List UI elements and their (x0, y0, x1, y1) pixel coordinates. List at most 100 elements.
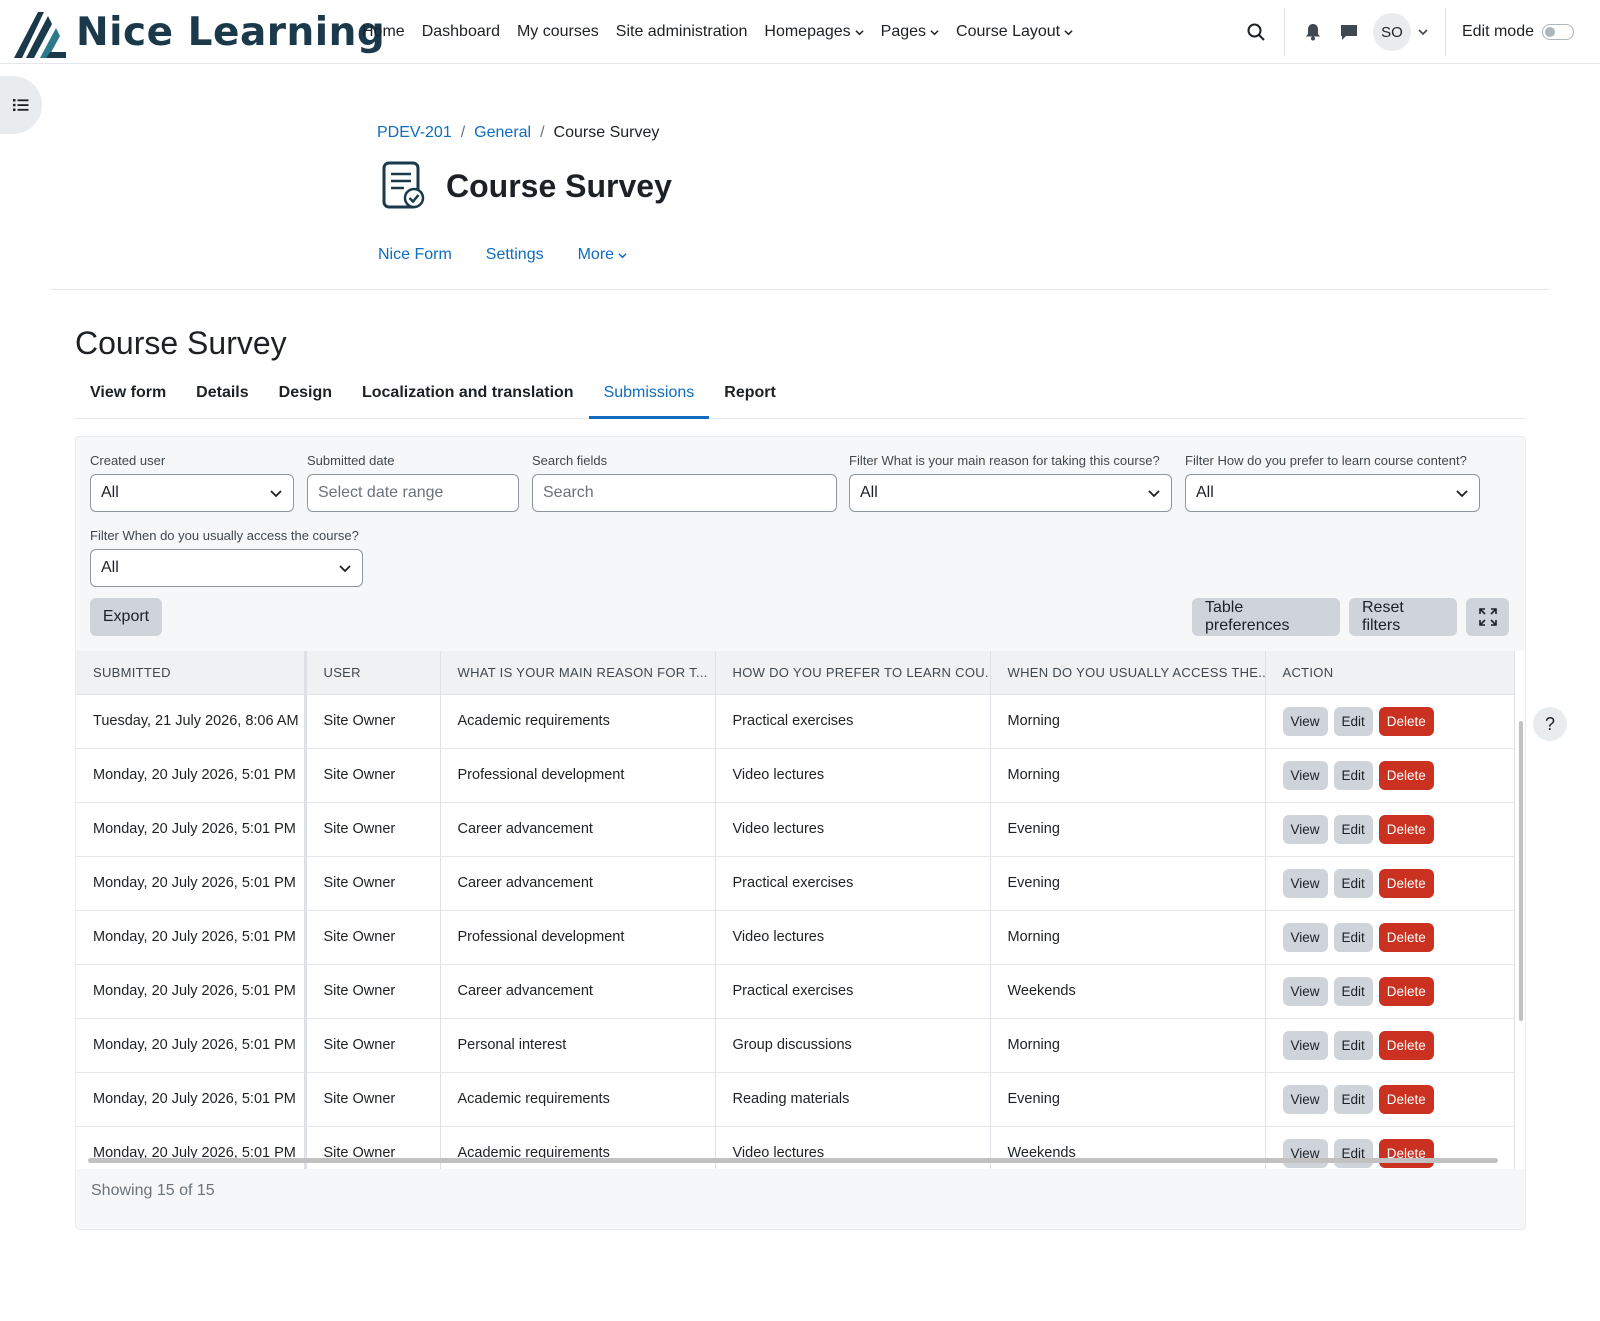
access-select[interactable]: All (90, 549, 363, 587)
course-index-toggle[interactable] (0, 76, 42, 134)
filter-access: Filter When do you usually access the co… (90, 528, 363, 587)
nav-more-label: More (577, 246, 615, 263)
column-header[interactable]: ACTION (1265, 651, 1515, 695)
bell-icon[interactable] (1295, 14, 1331, 50)
export-button[interactable]: Export (90, 598, 162, 636)
column-header[interactable]: SUBMITTED (76, 651, 307, 695)
table-preferences-button[interactable]: Table preferences (1192, 598, 1340, 636)
column-header[interactable]: WHEN DO YOU USUALLY ACCESS THE... (990, 651, 1266, 695)
nav-link-my-courses[interactable]: My courses (517, 23, 599, 41)
user-cell: Site Owner (305, 694, 441, 749)
date-range-input[interactable]: Select date range (307, 474, 519, 512)
site-logo[interactable]: Nice Learning (12, 4, 385, 60)
view-button[interactable]: View (1282, 976, 1328, 1006)
user-cell: Site Owner (305, 1072, 441, 1127)
tab-submissions[interactable]: Submissions (588, 372, 710, 419)
reset-filters-button[interactable]: Reset filters (1349, 598, 1457, 636)
user-avatar[interactable]: SO (1372, 13, 1411, 51)
submissions-panel: Created user All Submitted date Select d… (75, 436, 1526, 1230)
help-button[interactable]: ? (1533, 707, 1567, 741)
column-header[interactable]: HOW DO YOU PREFER TO LEARN COU... (715, 651, 991, 695)
user-cell: Site Owner (305, 964, 441, 1019)
select-value: All (101, 484, 119, 501)
toggle-switch[interactable] (1542, 24, 1574, 40)
search-icon[interactable] (1238, 14, 1274, 50)
view-button[interactable]: View (1282, 922, 1328, 952)
site-name: Nice Learning (76, 9, 386, 55)
view-button[interactable]: View (1282, 760, 1328, 790)
chevron-down-icon (1148, 490, 1160, 498)
reason-cell: Career advancement (440, 856, 716, 911)
edit-mode-toggle[interactable]: Edit mode (1462, 23, 1574, 41)
delete-button[interactable]: Delete (1378, 1084, 1434, 1114)
created-user-select[interactable]: All (90, 474, 294, 512)
tab-view-form[interactable]: View form (75, 372, 181, 419)
nav-link-pages[interactable]: Pages (881, 23, 939, 41)
edit-button[interactable]: Edit (1333, 760, 1373, 790)
edit-button[interactable]: Edit (1333, 976, 1373, 1006)
edit-button[interactable]: Edit (1333, 922, 1373, 952)
nav-link-site-administration[interactable]: Site administration (616, 23, 748, 41)
view-button[interactable]: View (1282, 706, 1328, 736)
delete-button[interactable]: Delete (1378, 814, 1434, 844)
reason-cell: Personal interest (440, 1018, 716, 1073)
tab-design[interactable]: Design (264, 372, 347, 419)
input-placeholder: Select date range (318, 484, 444, 501)
search-input[interactable]: Search (532, 474, 837, 512)
nav-more[interactable]: More (578, 246, 627, 264)
view-button[interactable]: View (1282, 1084, 1328, 1114)
delete-button[interactable]: Delete (1378, 706, 1434, 736)
nav-link-course-layout[interactable]: Course Layout (956, 23, 1073, 41)
nav-link-homepages[interactable]: Homepages (764, 23, 864, 41)
select-value: All (860, 484, 878, 501)
learn-cell: Group discussions (715, 1018, 991, 1073)
scrollbar-thumb[interactable] (88, 1158, 1498, 1163)
action-cell: View Edit Delete (1265, 1018, 1515, 1073)
learn-cell: Video lectures (715, 748, 991, 803)
breadcrumb-course-link[interactable]: PDEV-201 (377, 124, 452, 142)
delete-button[interactable]: Delete (1378, 760, 1434, 790)
horizontal-scrollbar[interactable] (76, 1153, 1516, 1167)
message-icon[interactable] (1331, 14, 1367, 50)
view-button[interactable]: View (1282, 1030, 1328, 1060)
nav-link-home[interactable]: Home (362, 23, 405, 41)
tab-details[interactable]: Details (181, 372, 263, 419)
chevron-down-icon[interactable] (1411, 14, 1435, 50)
access-cell: Morning (990, 910, 1266, 965)
logo-mark-icon (14, 12, 66, 58)
nav-link-dashboard[interactable]: Dashboard (422, 23, 500, 41)
survey-form-icon (382, 161, 425, 209)
tab-report[interactable]: Report (709, 372, 791, 419)
nav-settings[interactable]: Settings (486, 246, 544, 264)
chevron-down-icon (855, 29, 864, 35)
delete-button[interactable]: Delete (1378, 922, 1434, 952)
nav-link-label: Dashboard (421, 23, 500, 40)
fullscreen-button[interactable] (1466, 598, 1509, 636)
access-cell: Weekends (990, 964, 1266, 1019)
edit-button[interactable]: Edit (1333, 1030, 1373, 1060)
reason-cell: Professional development (440, 910, 716, 965)
reason-select[interactable]: All (849, 474, 1172, 512)
view-button[interactable]: View (1282, 814, 1328, 844)
edit-button[interactable]: Edit (1333, 868, 1373, 898)
delete-button[interactable]: Delete (1378, 1030, 1434, 1060)
chevron-down-icon (339, 565, 351, 573)
learn-select[interactable]: All (1185, 474, 1480, 512)
delete-button[interactable]: Delete (1378, 976, 1434, 1006)
column-header[interactable]: WHAT IS YOUR MAIN REASON FOR T... (440, 651, 716, 695)
delete-button[interactable]: Delete (1378, 868, 1434, 898)
edit-button[interactable]: Edit (1333, 706, 1373, 736)
nav-nice-form[interactable]: Nice Form (378, 246, 452, 264)
submissions-table-container[interactable]: SUBMITTED USER WHAT IS YOUR MAIN REASON FO… (76, 651, 1525, 1169)
learn-cell: Practical exercises (715, 856, 991, 911)
access-cell: Evening (990, 1072, 1266, 1127)
edit-button[interactable]: Edit (1333, 1084, 1373, 1114)
tab-localization[interactable]: Localization and translation (347, 372, 589, 419)
breadcrumb-separator: / (540, 124, 545, 141)
scrollbar-thumb[interactable] (1519, 721, 1523, 1021)
column-header[interactable]: USER (305, 651, 441, 695)
view-button[interactable]: View (1282, 868, 1328, 898)
vertical-scrollbar[interactable] (1517, 651, 1525, 1169)
breadcrumb-section-link[interactable]: General (474, 124, 531, 142)
edit-button[interactable]: Edit (1333, 814, 1373, 844)
